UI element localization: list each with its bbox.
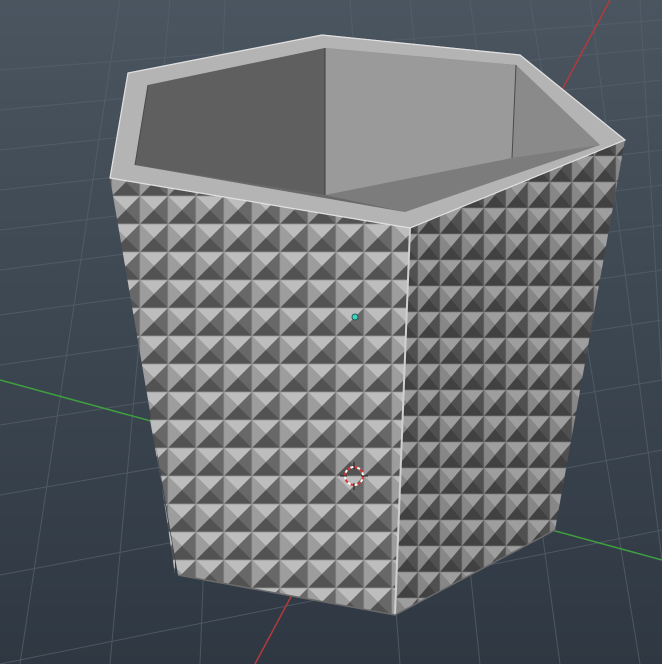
viewport-canvas[interactable] — [0, 0, 662, 664]
object-origin-pivot[interactable] — [351, 313, 359, 321]
3d-viewport[interactable] — [0, 0, 662, 664]
planter-model[interactable] — [109, 34, 627, 616]
